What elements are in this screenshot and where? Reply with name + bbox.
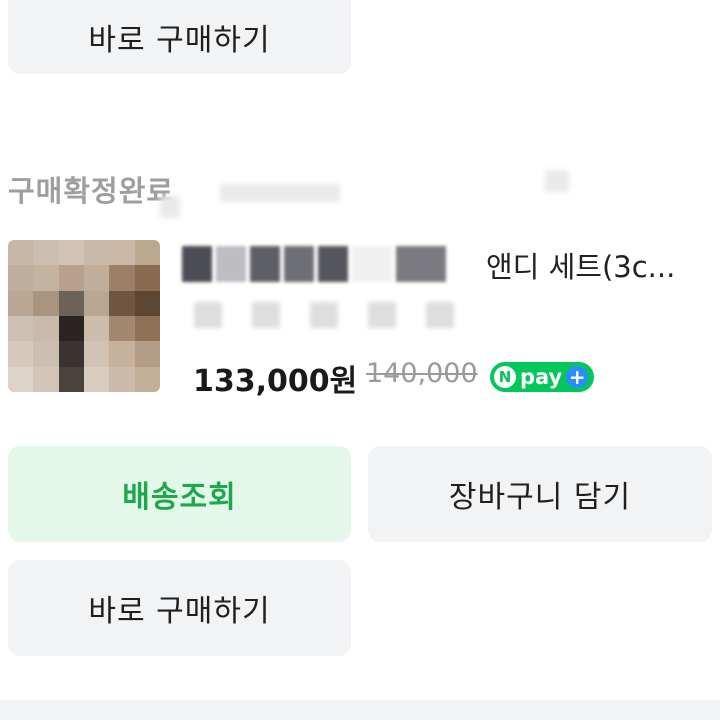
sale-price: 133,000원 [193,364,358,399]
blurred-date [220,184,340,202]
add-to-cart-label: 장바구니 담기 [448,480,632,515]
track-delivery-button[interactable]: 배송조회 [8,446,351,542]
product-name[interactable]: 앤디 세트(3c... [486,244,675,286]
buy-now-label: 바로 구매하기 [88,23,271,58]
add-to-cart-button[interactable]: 장바구니 담기 [368,446,712,542]
blurred-info [545,170,569,192]
plus-icon: + [566,366,589,388]
original-price: 140,000 [366,358,478,389]
buy-now-button[interactable]: 바로 구매하기 [8,560,351,656]
npay-n-icon: N [494,366,516,388]
blurred-product-option [194,302,494,328]
npay-label: pay [520,365,563,389]
blurred-product-name [182,246,462,282]
order-status-label: 구매확정완료 [8,174,175,208]
buy-now-button-top[interactable]: 바로 구매하기 [8,0,351,74]
npay-badge: N pay + [490,362,595,392]
blurred-info [160,196,180,218]
buy-now-label: 바로 구매하기 [88,594,271,629]
section-divider [0,700,720,720]
track-delivery-label: 배송조회 [122,480,237,515]
product-thumbnail[interactable] [8,240,160,392]
